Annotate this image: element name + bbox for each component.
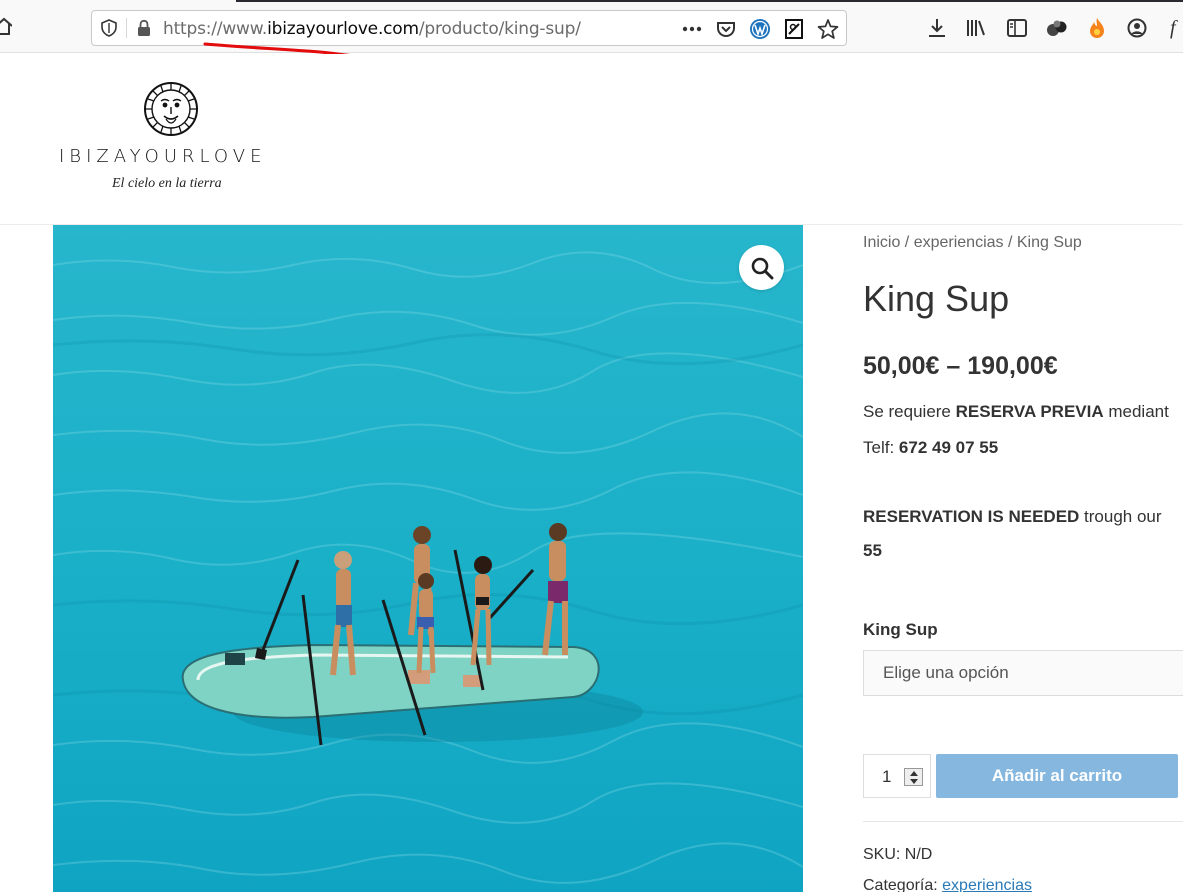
- breadcrumb-separator: /: [1003, 234, 1017, 251]
- breadcrumb-home[interactable]: Inicio: [863, 234, 900, 251]
- site-tagline: El cielo en la tierra: [112, 176, 222, 191]
- product-sku: SKU: N/D: [863, 846, 932, 864]
- browser-toolbar-right: f: [925, 14, 1183, 42]
- zoom-button[interactable]: [739, 245, 784, 290]
- svg-text:f: f: [1170, 17, 1178, 39]
- home-icon[interactable]: [0, 16, 13, 36]
- description-line-2: Telf: 672 49 07 55: [863, 438, 998, 458]
- description-text: Se requiere: [863, 402, 956, 421]
- quantity-value: 1: [882, 767, 892, 786]
- wordpress-icon[interactable]: [748, 17, 772, 41]
- breadcrumb-separator: /: [900, 234, 914, 251]
- breadcrumb-current: King Sup: [1016, 234, 1082, 251]
- description-line-3: RESERVATION IS NEEDED trough our: [863, 507, 1162, 527]
- description-line-4: 55: [863, 541, 882, 561]
- product-image[interactable]: [53, 225, 803, 892]
- extension-icon[interactable]: [1045, 16, 1069, 40]
- divider: [863, 821, 1183, 822]
- lock-icon[interactable]: [136, 19, 152, 37]
- description-line-1: Se requiere RESERVA PREVIA mediant: [863, 402, 1169, 422]
- url-path: /producto/king-sup/: [418, 19, 581, 39]
- download-icon[interactable]: [925, 16, 949, 40]
- product-price: 50,00€ – 190,00€: [863, 352, 1058, 380]
- font-icon[interactable]: f: [1165, 16, 1183, 40]
- description-bold: 55: [863, 541, 882, 560]
- category-link[interactable]: experiencias: [942, 877, 1032, 892]
- search-icon: [751, 257, 773, 279]
- url-text[interactable]: https://www.ibizayourlove.com/producto/k…: [163, 19, 581, 39]
- url-separator: [126, 18, 127, 38]
- category-label: Categoría:: [863, 877, 943, 892]
- breadcrumb-category[interactable]: experiencias: [914, 234, 1004, 251]
- product-category: Categoría: experiencias: [863, 877, 1032, 892]
- url-prefix: https://www.: [163, 19, 268, 39]
- site-name[interactable]: IBIZAYOURLOVE: [59, 146, 266, 167]
- quantity-stepper[interactable]: 1: [863, 754, 931, 798]
- spinner-up-icon[interactable]: [910, 771, 918, 776]
- phone-label: Telf:: [863, 438, 899, 457]
- logo-icon[interactable]: [143, 81, 199, 137]
- add-to-cart-button[interactable]: Añadir al carrito: [936, 754, 1178, 798]
- shield-icon[interactable]: [100, 19, 118, 37]
- sku-value: N/D: [904, 846, 933, 863]
- variation-label: King Sup: [863, 620, 938, 639]
- fire-icon[interactable]: [1085, 16, 1109, 40]
- site-header: IBIZAYOURLOVE El cielo en la tierra: [0, 54, 1183, 225]
- phone-number: 672 49 07 55: [898, 438, 999, 457]
- breadcrumb: Inicio / experiencias / King Sup: [863, 234, 1082, 252]
- url-domain: ibizayourlove.com: [267, 19, 419, 39]
- star-icon[interactable]: [816, 17, 840, 41]
- description-bold: RESERVATION IS NEEDED: [863, 507, 1080, 526]
- reader-icon[interactable]: [782, 17, 806, 41]
- spinner-down-icon[interactable]: [910, 779, 918, 784]
- sidebar-icon[interactable]: [1005, 16, 1029, 40]
- product-title: King Sup: [863, 278, 1010, 319]
- window-strip: [236, 0, 1183, 2]
- sku-label: SKU:: [863, 846, 905, 863]
- account-icon[interactable]: [1125, 16, 1149, 40]
- variation-select[interactable]: Elige una opción: [863, 650, 1183, 696]
- description-text: trough our: [1079, 507, 1162, 526]
- browser-toolbar: https://www.ibizayourlove.com/producto/k…: [0, 0, 1183, 62]
- description-text: mediant: [1103, 402, 1169, 421]
- url-actions: [680, 17, 840, 41]
- description-bold: RESERVA PREVIA: [955, 402, 1104, 421]
- more-icon[interactable]: [680, 17, 704, 41]
- pocket-icon[interactable]: [714, 17, 738, 41]
- quantity-spinner[interactable]: [904, 768, 923, 786]
- library-icon[interactable]: [965, 16, 989, 40]
